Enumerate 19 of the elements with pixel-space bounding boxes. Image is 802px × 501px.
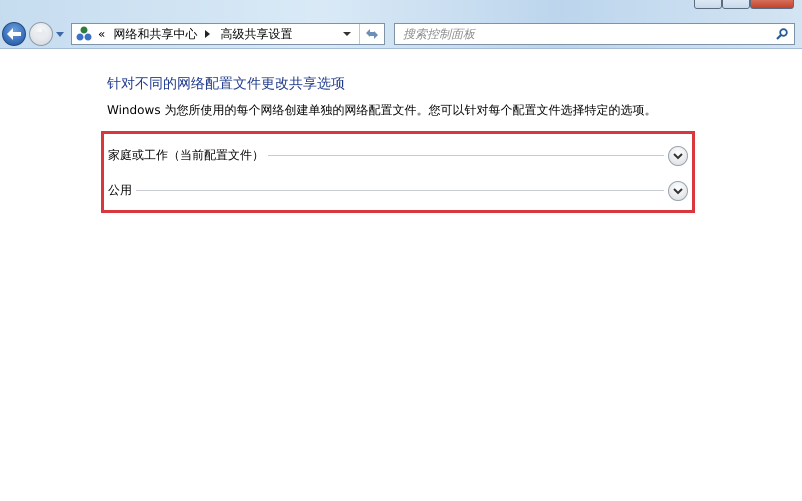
address-bar[interactable]: « 网络和共享中心 高级共享设置 bbox=[71, 23, 385, 45]
description-text: Windows 为您所使用的每个网络创建单独的网络配置文件。您可以针对每个配置文件选择特定的选项。 bbox=[107, 102, 658, 119]
profile-label: 公用 bbox=[108, 182, 132, 199]
network-icon bbox=[76, 26, 92, 42]
overflow-chevron[interactable]: « bbox=[98, 27, 106, 41]
refresh-icon[interactable] bbox=[365, 28, 379, 40]
profile-label: 家庭或工作（当前配置文件） bbox=[108, 147, 264, 164]
back-button[interactable] bbox=[2, 22, 26, 46]
search-icon[interactable] bbox=[776, 28, 788, 40]
left-arrow-icon bbox=[7, 28, 21, 40]
breadcrumb-link[interactable]: 高级共享设置 bbox=[220, 26, 292, 42]
page-heading: 针对不同的网络配置文件更改共享选项 bbox=[107, 75, 346, 93]
search-field[interactable]: 搜索控制面板 bbox=[394, 23, 795, 45]
breadcrumb-arrow-icon bbox=[205, 30, 210, 38]
expand-button[interactable] bbox=[668, 180, 688, 200]
expand-button[interactable] bbox=[668, 146, 688, 166]
history-dropdown-icon[interactable] bbox=[56, 32, 64, 36]
dropdown-icon[interactable] bbox=[343, 32, 351, 36]
breadcrumb-link[interactable]: 网络和共享中心 bbox=[113, 26, 198, 42]
